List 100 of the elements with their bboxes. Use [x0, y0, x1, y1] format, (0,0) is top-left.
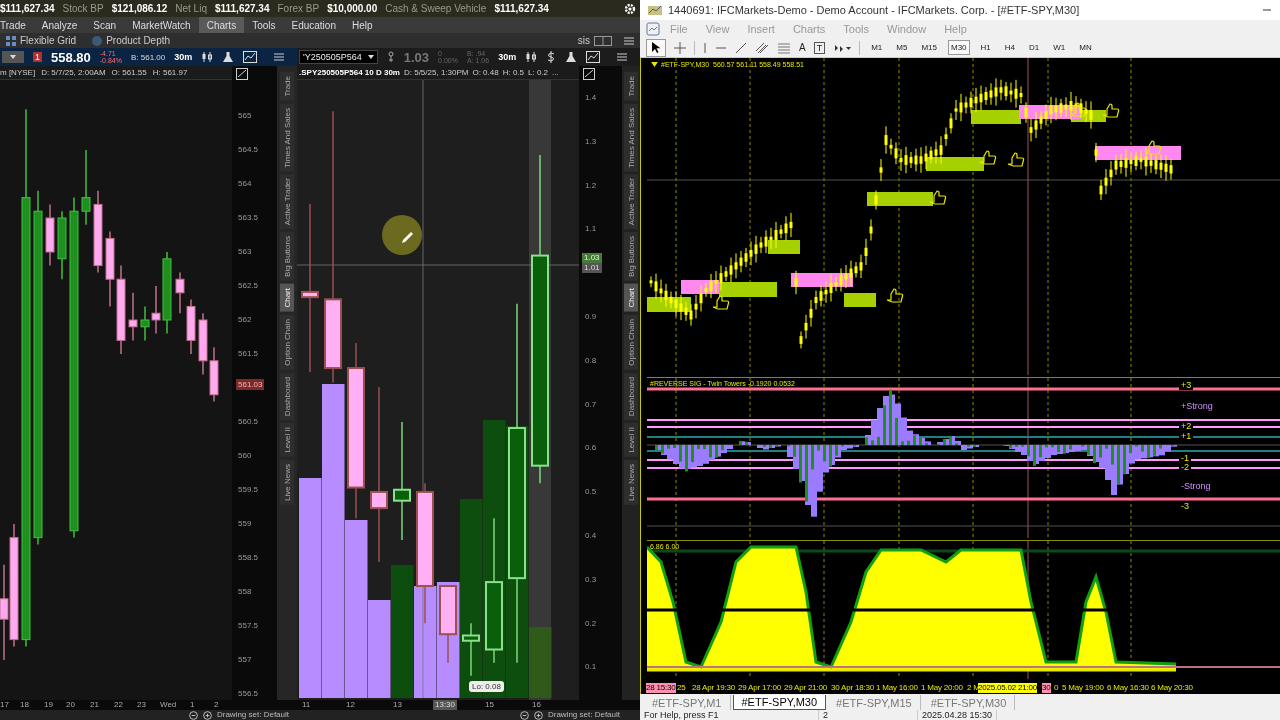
axis-label: 556.5 — [238, 688, 259, 700]
axis-label: 1 May 16:00 — [876, 683, 918, 693]
layout-button[interactable]: Flexible Grid — [20, 35, 89, 46]
chart-info: D: 5/7/25, 2:00AM — [41, 68, 106, 77]
text-tool[interactable]: A — [799, 42, 806, 53]
timeframe-button[interactable]: 30m — [174, 52, 193, 62]
side-tab[interactable]: Dashboard — [280, 372, 294, 420]
timeframe-button[interactable]: M15 — [918, 40, 940, 55]
chart-info: O: 0.48 — [472, 68, 499, 77]
axis-label: 13:30 — [433, 700, 458, 710]
timeframe-button[interactable]: H1 — [977, 40, 994, 55]
side-tab[interactable]: Big Buttons — [280, 232, 294, 282]
axis-label: 0 — [1054, 683, 1059, 693]
side-tab[interactable]: Big Buttons — [624, 232, 638, 282]
axis-label: 6 May 16:30 — [1107, 683, 1149, 693]
axis-label: 0.1 — [585, 661, 597, 674]
symbol-tab[interactable]: #ETF-SPY,M30 — [732, 695, 827, 710]
side-tab[interactable]: Option Chain — [624, 314, 638, 370]
side-tab[interactable]: Dashboard — [624, 372, 638, 420]
bid-price: B: 561.00 — [130, 52, 166, 62]
menu-item[interactable]: Tools — [244, 17, 284, 33]
side-tab[interactable]: Live News — [624, 459, 638, 505]
drawing-set-label[interactable]: Drawing set: Default — [216, 710, 289, 720]
account-value: $121,086.12 — [111, 3, 168, 14]
chart-info: D: 5/5/25, 1:30PM — [403, 68, 469, 77]
low-tooltip: Lo: 0.08 — [469, 681, 504, 692]
chart-info: O: 561.55 — [111, 68, 147, 77]
level-label: +1 — [1179, 431, 1194, 441]
menu-item[interactable]: Analyze — [33, 17, 86, 33]
window-title: 1440691: IFCMarkets-Demo - Demo Account - IFCMarkets. Corp. - [#ETF-SPY,M30] — [668, 4, 1080, 16]
status-text: 2 — [819, 710, 918, 720]
account-label: Forex BP — [277, 3, 320, 14]
axis-label: 559 — [238, 518, 252, 530]
symbol-tab[interactable]: #ETF-SPY,M30 — [922, 695, 1016, 710]
chart-info: H: 0.5 — [502, 68, 525, 77]
axis-label: 1.4 — [585, 92, 597, 104]
axis-label: 28 15:30 — [646, 683, 676, 693]
axis-label: 564 — [238, 178, 252, 190]
level-label: -2 — [1179, 462, 1191, 472]
side-tab[interactable]: Option Chain — [280, 314, 294, 370]
axis-label: 563 — [238, 246, 252, 258]
timeframe-button[interactable]: M30 — [948, 40, 970, 55]
axis-label: 29 Apr 21:00 — [784, 683, 827, 693]
axis-label: 18 — [20, 700, 29, 710]
level-label: -Strong — [1179, 481, 1213, 491]
side-tab[interactable]: Level II — [280, 422, 294, 457]
axis-label: 16 — [532, 700, 541, 710]
timeframe-button[interactable]: MN — [1076, 40, 1095, 55]
axis-label: 28 Apr 19:30 — [692, 683, 735, 693]
side-tab[interactable]: Chart — [624, 284, 638, 312]
axis-label: 19 — [44, 700, 53, 710]
side-tab[interactable]: Times And Sales — [624, 103, 638, 172]
axis-label: 0.2 — [585, 617, 597, 630]
price-marker: 561.03 — [236, 379, 265, 390]
side-tab[interactable]: Trade — [280, 72, 294, 101]
side-tab[interactable]: Trade — [624, 72, 638, 101]
symbol-tab[interactable]: #ETF-SPY,M15 — [828, 695, 921, 710]
menu-item[interactable]: Charts — [198, 17, 245, 33]
axis-label: 0.8 — [585, 354, 597, 367]
text-label-tool[interactable]: T — [813, 41, 826, 54]
axis-label: 5 May 19:00 — [1062, 683, 1104, 693]
level-label: +3 — [1179, 380, 1194, 390]
account-value: $111,627.34 — [214, 3, 270, 14]
axis-label: 0.6 — [585, 442, 597, 455]
level-label: +2 — [1179, 421, 1194, 431]
menu-item[interactable]: Scan — [85, 17, 125, 33]
axis-label: 564.5 — [238, 144, 259, 156]
axis-label: 557.5 — [238, 620, 259, 632]
chart-info: m [NYSE] — [0, 68, 36, 77]
drawing-set-label[interactable]: Drawing set: Default — [547, 710, 620, 720]
account-label: Stock BP — [62, 3, 104, 14]
side-tab[interactable]: Level II — [624, 422, 638, 457]
menu-item[interactable]: Help — [343, 17, 381, 33]
timeframe-button[interactable]: D1 — [1026, 40, 1043, 55]
axis-label: 6 May 20:30 — [1151, 683, 1193, 693]
account-label: Net Liq — [175, 3, 207, 14]
timeframe-button[interactable]: 30m — [498, 52, 517, 62]
timeframe-button[interactable]: W1 — [1050, 40, 1069, 55]
timeframe-button[interactable]: H4 — [1001, 40, 1018, 55]
alert-badge: 1 — [33, 52, 42, 62]
axis-label: 563.5 — [238, 212, 259, 224]
product-depth-button[interactable]: Product Depth — [106, 35, 183, 46]
side-tab[interactable]: Active Trader — [624, 174, 638, 230]
axis-label: 1.3 — [585, 135, 597, 148]
timeframe-button[interactable]: M5 — [893, 40, 911, 55]
timeframe-button[interactable]: M1 — [868, 40, 886, 55]
menu-item[interactable]: Education — [283, 17, 344, 33]
symbol-field[interactable]: 'Y250505P564 — [299, 50, 378, 64]
side-tab[interactable]: Live News — [280, 459, 294, 505]
chart-info: L: 0.2 — [528, 68, 549, 77]
price-marker: 1.01 — [582, 263, 602, 273]
axis-label: 0.9 — [585, 311, 597, 323]
symbol-tab[interactable]: #ETF-SPY,M1 — [644, 695, 731, 710]
side-tab[interactable]: Times And Sales — [280, 103, 294, 172]
side-tab[interactable]: Active Trader — [280, 174, 294, 230]
side-tab[interactable]: Chart — [280, 284, 294, 312]
menu-item[interactable]: MarketWatch — [124, 17, 199, 33]
menu-item[interactable]: Trade — [0, 17, 34, 33]
status-text: For Help, press F1 — [640, 710, 819, 720]
toolbar-label: sis — [577, 35, 590, 46]
